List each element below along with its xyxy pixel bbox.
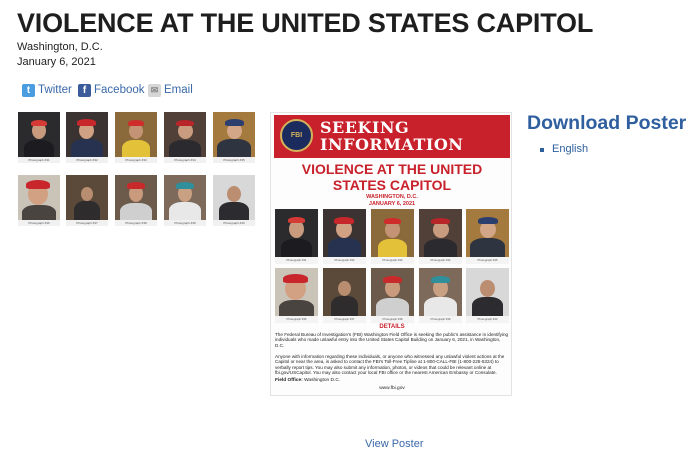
suspect-photo <box>164 112 206 157</box>
location-text: Washington, D.C. <box>17 41 103 53</box>
details-heading: DETAILS <box>379 324 405 330</box>
poster-photo-caption: Photograph #32 <box>334 258 355 262</box>
poster-photo-caption: Photograph #34 <box>430 258 451 262</box>
poster-photo: Photograph #39 <box>419 268 462 323</box>
date-text: January 6, 2021 <box>17 56 96 68</box>
field-office-label: Field Office: <box>275 378 303 383</box>
suspect-photo <box>115 175 157 220</box>
wanted-poster-image[interactable]: FBI SEEKING INFORMATION VIOLENCE AT THE … <box>270 112 512 396</box>
poster-photo: Photograph #35 <box>466 209 509 264</box>
photo-caption: Photograph #35 <box>223 158 245 162</box>
gallery-thumbnail[interactable]: Photograph #33 <box>115 112 157 163</box>
poster-photo-caption: Photograph #40 <box>477 317 498 321</box>
poster-photo-caption: Photograph #31 <box>286 258 307 262</box>
details-paragraph-1: The Federal Bureau of Investigation's (F… <box>275 332 509 348</box>
suspect-photo <box>66 175 108 220</box>
page-title: VIOLENCE AT THE UNITED STATES CAPITOL <box>17 8 594 38</box>
suspect-photo <box>18 175 60 220</box>
gallery-thumbnail[interactable]: Photograph #32 <box>66 112 108 163</box>
bullet-icon <box>540 148 544 152</box>
poster-photo-caption: Photograph #33 <box>382 258 403 262</box>
poster-photo-caption: Photograph #36 <box>286 317 307 321</box>
gallery-thumbnail[interactable]: Photograph #34 <box>164 112 206 163</box>
field-office: Field Office: Washington D.C. <box>275 378 340 383</box>
gallery-thumbnail[interactable]: Photograph #39 <box>164 175 206 226</box>
seeking-information-banner: FBI SEEKING INFORMATION <box>274 115 510 158</box>
poster-photo: Photograph #32 <box>323 209 366 264</box>
suspect-photo <box>18 112 60 157</box>
photo-caption: Photograph #39 <box>174 221 196 225</box>
photo-caption: Photograph #32 <box>76 158 98 162</box>
envelope-icon: ✉ <box>148 83 161 97</box>
suspect-photo <box>213 112 255 157</box>
download-poster-heading: Download Poster <box>527 112 687 134</box>
poster-location: WASHINGTON, D.C. <box>366 194 418 200</box>
poster-url: www.fbi.gov <box>379 386 405 391</box>
gallery-thumbnail[interactable]: Photograph #36 <box>18 175 60 226</box>
poster-title-line2: STATES CAPITOL <box>332 177 452 193</box>
suspect-photo <box>115 112 157 157</box>
field-office-value: Washington D.C. <box>304 378 341 383</box>
poster-photo: Photograph #36 <box>275 268 318 323</box>
suspect-photo <box>164 175 206 220</box>
poster-photo: Photograph #40 <box>466 268 509 323</box>
download-english-link[interactable]: English <box>552 143 588 155</box>
twitter-label: Twitter <box>38 84 72 96</box>
gallery-thumbnail[interactable]: Photograph #40 <box>213 175 255 226</box>
suspect-photo <box>66 112 108 157</box>
poster-photo: Photograph #37 <box>323 268 366 323</box>
gallery-thumbnail[interactable]: Photograph #31 <box>18 112 60 163</box>
poster-photo-caption: Photograph #38 <box>382 317 403 321</box>
facebook-icon: f <box>78 83 91 97</box>
gallery-thumbnail[interactable]: Photograph #37 <box>66 175 108 226</box>
twitter-icon: t <box>22 83 35 97</box>
photo-caption: Photograph #37 <box>76 221 98 225</box>
banner-information-text: INFORMATION <box>320 135 464 154</box>
photo-caption: Photograph #36 <box>28 221 50 225</box>
suspect-photo <box>213 175 255 220</box>
photo-caption: Photograph #38 <box>125 221 147 225</box>
share-twitter-link[interactable]: t Twitter <box>22 82 72 98</box>
poster-photo: Photograph #31 <box>275 209 318 264</box>
poster-photo-caption: Photograph #37 <box>334 317 355 321</box>
gallery-thumbnail[interactable]: Photograph #38 <box>115 175 157 226</box>
share-facebook-link[interactable]: f Facebook <box>78 82 145 98</box>
photo-caption: Photograph #40 <box>223 221 245 225</box>
poster-date: JANUARY 6, 2021 <box>368 201 416 207</box>
photo-caption: Photograph #34 <box>174 158 196 162</box>
poster-photo: Photograph #38 <box>371 268 414 323</box>
photo-caption: Photograph #33 <box>125 158 147 162</box>
email-label: Email <box>164 84 193 96</box>
fbi-seal-icon: FBI <box>280 119 313 152</box>
details-paragraph-2: Anyone with information regarding these … <box>275 354 505 376</box>
photo-caption: Photograph #31 <box>28 158 50 162</box>
gallery-thumbnail[interactable]: Photograph #35 <box>213 112 255 163</box>
share-email-link[interactable]: ✉ Email <box>148 82 193 98</box>
poster-photo-caption: Photograph #35 <box>477 258 498 262</box>
view-poster-link[interactable]: View Poster <box>365 438 424 450</box>
poster-photo: Photograph #34 <box>419 209 462 264</box>
poster-photo: Photograph #33 <box>371 209 414 264</box>
poster-photo-caption: Photograph #39 <box>430 317 451 321</box>
facebook-label: Facebook <box>94 84 145 96</box>
poster-title-line1: VIOLENCE AT THE UNITED <box>301 161 483 177</box>
